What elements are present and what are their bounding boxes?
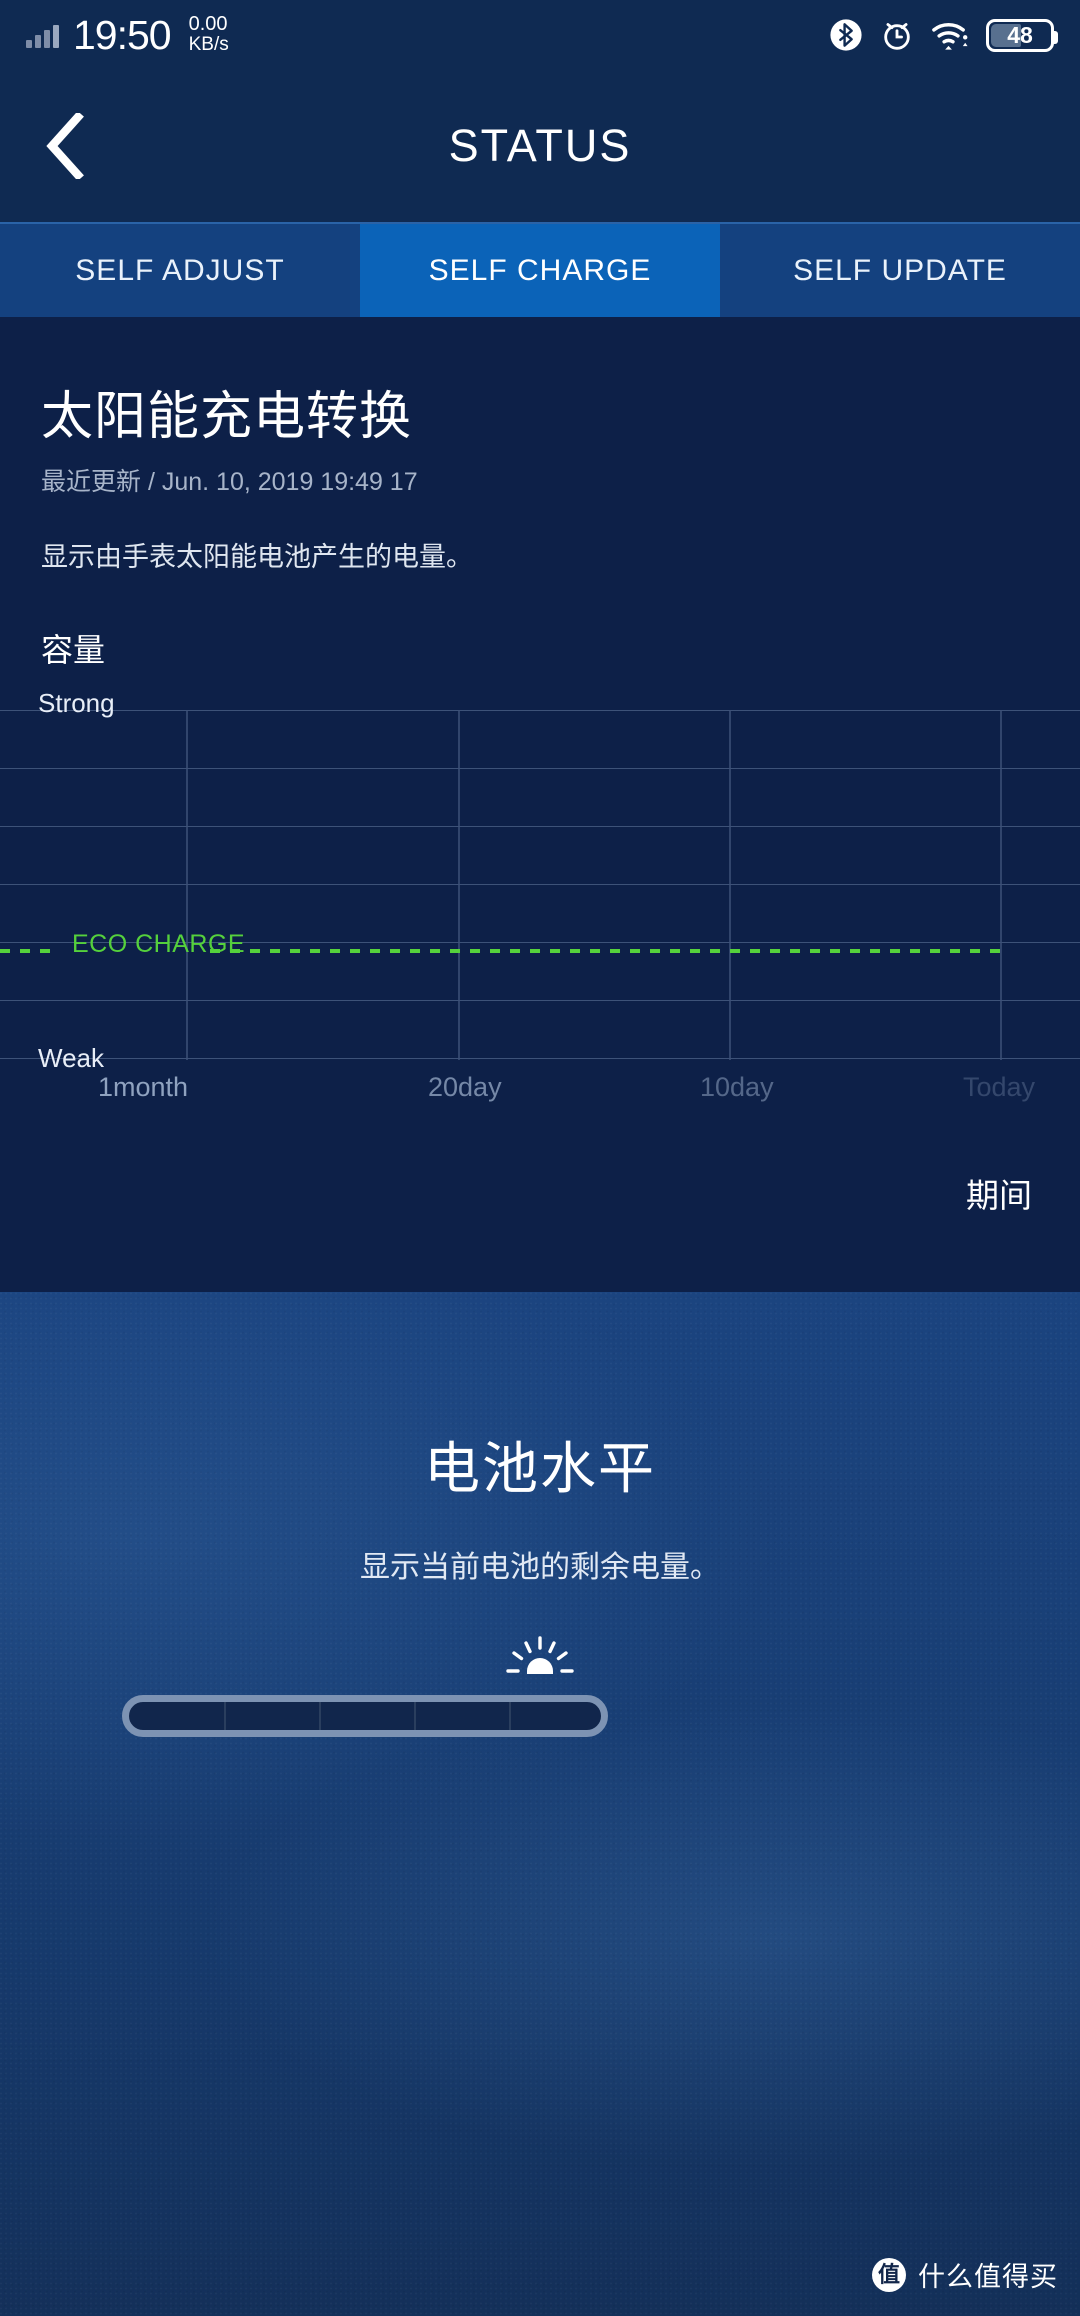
tab-self-adjust[interactable]: SELF ADJUST [0,224,360,317]
back-button[interactable] [18,70,114,222]
gridline-vertical [729,710,731,1060]
battery-section-description: 显示当前电池的剩余电量。 [360,1551,720,1584]
eco-charge-dash-right [210,949,1000,953]
chart-y-tick-strong: Strong [38,688,115,718]
battery-level-gauge [122,1695,608,1737]
chart-x-tick-today: Today [963,1072,1036,1102]
chart-x-tick-20day: 20day [428,1072,502,1102]
sun-icon [506,1636,574,1674]
solar-section-title: 太阳能充电转换 [41,388,413,446]
chevron-left-icon [46,113,84,179]
gridline-horizontal [0,710,1080,711]
wifi-icon [932,23,968,50]
gridline-vertical [186,710,188,1060]
solar-charge-section: 太阳能充电转换 最近更新 / Jun. 10, 2019 19:49 17 显示… [0,317,1080,1292]
watermark-text: 什么值得买 [918,2262,1058,2292]
network-speed: 0.00 KB/s [189,14,229,54]
chart-x-axis-title: 期间 [966,1177,1032,1214]
watermark-badge: 值 [872,2257,906,2292]
status-bar-left: 19:50 0.00 KB/s [26,11,229,58]
chart-x-axis-labels: 1month 20day 10day Today [0,1072,1080,1122]
battery-percent: 48 [1007,21,1033,48]
chart-y-tick-weak: Weak [38,1043,104,1073]
gridline-horizontal [0,1000,1080,1001]
gridline-vertical [458,710,460,1060]
gauge-divider [224,1702,226,1730]
watermark: 值 什么值得买 [872,2255,1058,2294]
title-bar: STATUS [0,70,1080,222]
gridline-horizontal [0,1058,1080,1059]
battery-level-section: 电池水平 显示当前电池的剩余电量。 [0,1292,1080,2316]
gridline-vertical [1000,710,1002,1060]
gridline-horizontal [0,826,1080,827]
eco-charge-threshold: ECO CHARGE [0,930,1080,958]
gauge-divider [319,1702,321,1730]
gridline-horizontal [0,768,1080,769]
gauge-divider [414,1702,416,1730]
eco-charge-label: ECO CHARGE [72,930,246,958]
bluetooth-icon [830,19,862,51]
battery-icon: 48 [986,18,1058,52]
alarm-icon [884,23,910,50]
chart-x-tick-1month: 1month [98,1072,189,1102]
status-bar: 19:50 0.00 KB/s 48 [0,0,1080,70]
solar-last-updated: 最近更新 / Jun. 10, 2019 19:49 17 [41,468,418,496]
status-bar-right: 48 [829,18,1058,52]
solar-chart-plot: Strong Weak ECO CHARGE [0,688,1080,1073]
gauge-divider [509,1702,511,1730]
tab-bar: SELF ADJUST SELF CHARGE SELF UPDATE [0,222,1080,317]
chart-x-tick-10day: 10day [700,1072,774,1102]
network-speed-value: 0.00 [188,13,228,36]
status-bar-clock: 19:50 [73,11,172,58]
network-speed-unit: KB/s [188,33,229,55]
tab-self-charge[interactable]: SELF CHARGE [360,224,720,317]
eco-charge-dash-left [0,949,52,953]
solar-description: 显示由手表太阳能电池产生的电量。 [41,542,473,572]
signal-icon [26,22,59,48]
tab-self-update[interactable]: SELF UPDATE [720,224,1080,317]
page-title: STATUS [448,120,632,171]
battery-section-title: 电池水平 [424,1437,656,1500]
chart-y-axis-title: 容量 [41,632,106,668]
gridline-horizontal [0,884,1080,885]
